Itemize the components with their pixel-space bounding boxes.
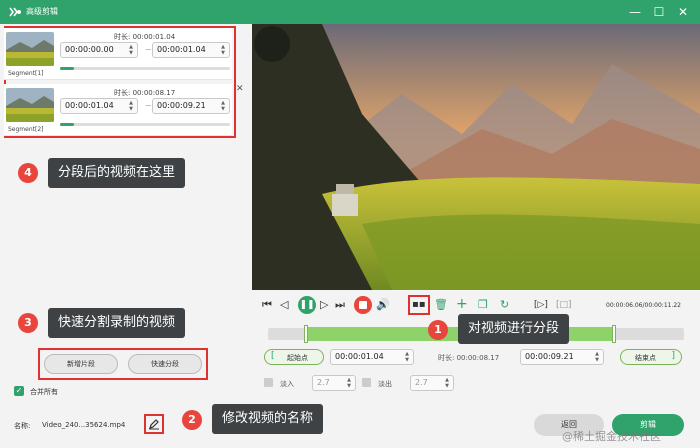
- file-name-value: Video_240...35624.mp4: [42, 421, 126, 429]
- quick-split-button[interactable]: 快速分段: [128, 354, 202, 374]
- title-bar: 高级剪辑 — ☐ ✕: [0, 0, 700, 24]
- annotation-badge-2: 2: [182, 410, 202, 430]
- segment-progress-bar: [60, 123, 230, 126]
- stepper-icon[interactable]: ▲ ▼: [219, 44, 227, 56]
- annotation-badge-4: 4: [18, 163, 38, 183]
- range-duration: 时长: 00:00:08.17: [438, 354, 500, 362]
- fade-in-label: 淡入: [280, 380, 294, 388]
- step-back-icon[interactable]: ◁: [280, 298, 288, 312]
- annotation-badge-3: 3: [18, 313, 38, 333]
- video-preview[interactable]: [252, 24, 700, 290]
- maximize-button[interactable]: ☐: [650, 3, 668, 21]
- mark-in-icon[interactable]: [▷]: [534, 298, 548, 312]
- segment-progress-bar: [60, 67, 230, 70]
- segment-item[interactable]: Segment[1] 时长: 00:00:01.04 00:00:00.00 ▲ ▼…: [4, 28, 232, 80]
- stop-icon: [359, 301, 367, 309]
- fade-out-checkbox[interactable]: [362, 378, 371, 387]
- stepper-icon[interactable]: ▲ ▼: [345, 377, 353, 389]
- fade-in-input[interactable]: 2.7 ▲ ▼: [312, 375, 356, 391]
- edit-pencil-icon[interactable]: [148, 418, 160, 430]
- skip-to-start-icon[interactable]: ⏮: [262, 298, 272, 312]
- stop-button[interactable]: [354, 296, 372, 314]
- minimize-button[interactable]: —: [626, 3, 644, 21]
- new-segment-button[interactable]: 新增片段: [44, 354, 118, 374]
- delete-segment-icon[interactable]: ✕: [236, 84, 244, 94]
- fade-in-checkbox[interactable]: [264, 378, 273, 387]
- annotation-callout-1: 对视频进行分段: [458, 314, 570, 344]
- add-icon[interactable]: +: [456, 297, 468, 311]
- fade-out-input[interactable]: 2.7 ▲ ▼: [410, 375, 454, 391]
- range-start-input[interactable]: 00:00:01.04 ▲ ▼: [330, 349, 414, 365]
- segment-label: Segment[1]: [8, 70, 44, 77]
- delete-icon[interactable]: 🗑: [434, 298, 448, 312]
- mark-out-icon[interactable]: [□]: [556, 298, 572, 312]
- segment-item[interactable]: Segment[2] 时长: 00:00:08.17 00:00:01.04 ▲ ▼…: [4, 84, 232, 136]
- split-icon[interactable]: ▪▪: [412, 298, 426, 312]
- window-title: 高级剪辑: [26, 7, 58, 16]
- segment-end-time-input[interactable]: 00:00:09.21 ▲ ▼: [152, 98, 230, 114]
- segment-start-time-input[interactable]: 00:00:00.00 ▲ ▼: [60, 42, 138, 58]
- segment-thumbnail: [6, 32, 54, 66]
- volume-icon[interactable]: 🔊: [376, 298, 390, 312]
- copy-icon[interactable]: ❐: [478, 298, 488, 312]
- annotation-badge-1: 1: [428, 320, 448, 340]
- close-button[interactable]: ✕: [674, 3, 692, 21]
- merge-all-label: 合并所有: [30, 388, 58, 396]
- annotation-callout-2: 修改视频的名称: [212, 404, 324, 434]
- segment-duration: 时长: 00:00:08.17: [114, 89, 176, 97]
- segment-label: Segment[2]: [8, 126, 44, 133]
- annotation-callout-3: 快速分割录制的视频: [48, 308, 186, 338]
- fade-out-label: 淡出: [378, 380, 392, 388]
- timeline-start-handle[interactable]: [304, 325, 308, 343]
- segment-thumbnail: [6, 88, 54, 122]
- stepper-icon[interactable]: ▲ ▼: [443, 377, 451, 389]
- annotation-callout-4: 分段后的视频在这里: [48, 158, 186, 188]
- watermark: @稀土掘金技术社区: [562, 430, 661, 443]
- video-frame-image: [252, 24, 700, 290]
- start-point-button[interactable]: [ 起始点: [264, 349, 324, 365]
- end-point-button[interactable]: 结束点 ]: [620, 349, 682, 365]
- merge-all-checkbox[interactable]: ✓: [14, 386, 24, 396]
- step-forward-icon[interactable]: ▷: [320, 298, 328, 312]
- stepper-icon[interactable]: ▲ ▼: [127, 44, 135, 56]
- playback-time: 00:00:06.06/00:00:11.22: [606, 302, 681, 309]
- segment-duration: 时长: 00:00:01.04: [114, 33, 176, 41]
- segment-start-time-input[interactable]: 00:00:01.04 ▲ ▼: [60, 98, 138, 114]
- name-label: 名称:: [14, 422, 31, 430]
- stepper-icon[interactable]: ▲ ▼: [219, 100, 227, 112]
- range-end-input[interactable]: 00:00:09.21 ▲ ▼: [520, 349, 604, 365]
- pause-button[interactable]: ❚❚: [298, 296, 316, 314]
- segment-end-time-input[interactable]: 00:00:01.04 ▲ ▼: [152, 42, 230, 58]
- reset-icon[interactable]: ↻: [500, 298, 509, 312]
- stepper-icon[interactable]: ▲ ▼: [403, 351, 411, 363]
- stepper-icon[interactable]: ▲ ▼: [593, 351, 601, 363]
- timeline-end-handle[interactable]: [612, 325, 616, 343]
- stepper-icon[interactable]: ▲ ▼: [127, 100, 135, 112]
- skip-to-end-icon[interactable]: ⏭: [335, 298, 345, 312]
- app-logo-icon: [9, 7, 21, 17]
